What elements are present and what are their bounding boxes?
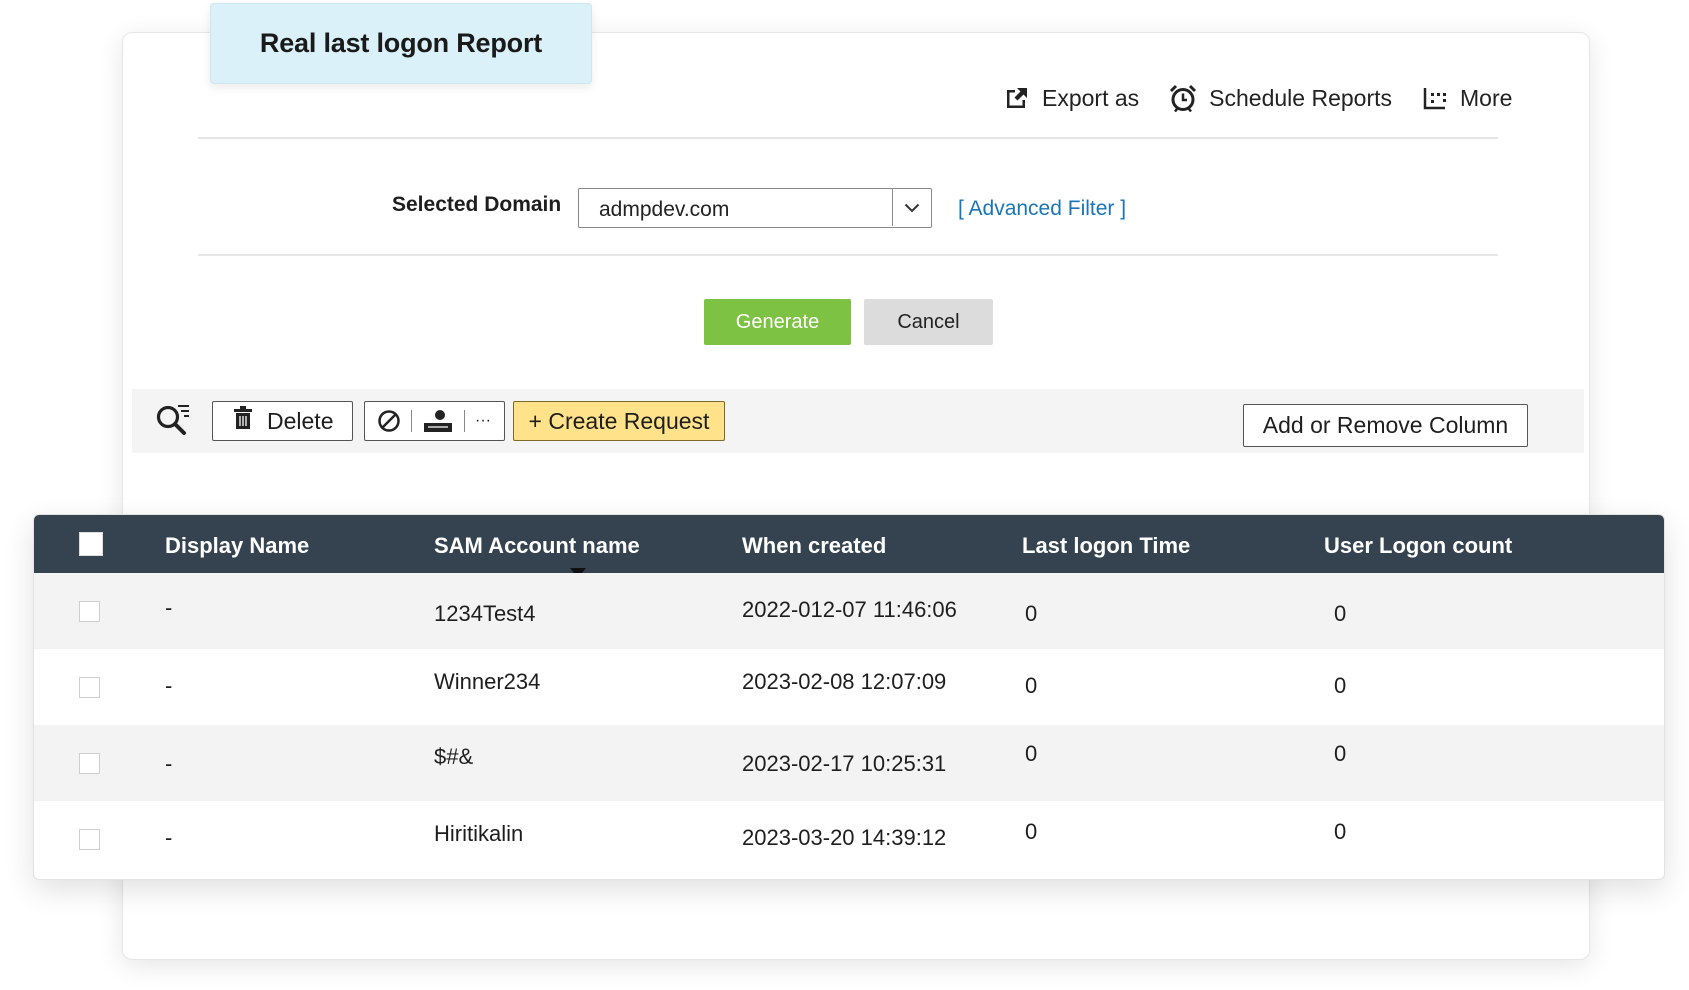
chevron-down-icon[interactable] xyxy=(892,189,931,226)
cell-when-created: 2023-02-08 12:07:09 xyxy=(742,669,947,694)
cell-last-logon: 0 xyxy=(1025,673,1038,698)
separator xyxy=(411,410,412,432)
select-all-checkbox[interactable] xyxy=(79,532,103,556)
row-checkbox[interactable] xyxy=(79,677,100,698)
disable-icon[interactable] xyxy=(377,409,401,433)
delete-button[interactable]: Delete xyxy=(212,401,353,441)
cell-logon-count: 0 xyxy=(1334,819,1347,844)
cell-sam-account: Hiritikalin xyxy=(434,821,524,846)
cell-sam-account: Winner234 xyxy=(434,669,541,694)
domain-select[interactable]: admpdev.com xyxy=(578,188,932,228)
cell-display-name: - xyxy=(165,751,173,776)
cell-sam-account: 1234Test4 xyxy=(434,601,536,626)
schedule-reports-button[interactable]: Schedule Reports xyxy=(1169,84,1392,112)
alarm-clock-icon xyxy=(1169,84,1197,112)
cell-last-logon: 0 xyxy=(1025,819,1038,844)
row-checkbox[interactable] xyxy=(79,601,100,622)
row-checkbox[interactable] xyxy=(79,829,100,850)
cell-display-name: - xyxy=(165,673,173,698)
cancel-button[interactable]: Cancel xyxy=(864,299,993,345)
report-table: Display Name SAM Account name When creat… xyxy=(33,514,1665,880)
generate-button[interactable]: Generate xyxy=(704,299,851,345)
cell-when-created: 2023-02-17 10:25:31 xyxy=(742,751,947,776)
cell-sam-account: $#& xyxy=(434,744,474,769)
domain-label: Selected Domain xyxy=(392,193,562,216)
column-header-display-name[interactable]: Display Name xyxy=(165,533,309,559)
cell-last-logon: 0 xyxy=(1025,741,1038,766)
user-move-icon[interactable] xyxy=(422,409,454,433)
table-row[interactable]: - 1234Test4 2022-012-07 11:46:06 0 0 xyxy=(34,573,1664,649)
advanced-filter-link[interactable]: [ Advanced Filter ] xyxy=(958,197,1126,221)
cell-display-name: - xyxy=(165,825,173,850)
schedule-label: Schedule Reports xyxy=(1209,84,1392,111)
table-row[interactable]: - Hiritikalin 2023-03-20 14:39:12 0 0 xyxy=(34,801,1664,877)
bulk-actions-group: ··· xyxy=(364,401,505,441)
more-button[interactable]: More xyxy=(1422,85,1512,112)
report-actions: Export as Schedule Reports More xyxy=(1004,78,1512,118)
column-header-when-created[interactable]: When created xyxy=(742,533,886,559)
trash-icon xyxy=(233,406,253,436)
column-header-sam-account[interactable]: SAM Account name xyxy=(434,533,640,559)
cell-when-created: 2022-012-07 11:46:06 xyxy=(742,597,957,622)
export-label: Export as xyxy=(1042,84,1140,111)
cell-logon-count: 0 xyxy=(1334,741,1347,766)
domain-value: admpdev.com xyxy=(599,198,730,221)
export-icon xyxy=(1004,85,1030,111)
cell-display-name: - xyxy=(165,595,173,620)
export-as-button[interactable]: Export as xyxy=(1004,85,1139,112)
cell-logon-count: 0 xyxy=(1334,601,1347,626)
separator xyxy=(464,410,465,432)
grid-toolbar: Delete ··· + Create Request Add or Remov… xyxy=(132,389,1584,453)
column-header-last-logon[interactable]: Last logon Time xyxy=(1022,533,1190,559)
row-checkbox[interactable] xyxy=(79,753,100,774)
delete-label: Delete xyxy=(267,407,334,434)
divider xyxy=(198,137,1498,139)
create-request-button[interactable]: + Create Request xyxy=(513,401,725,441)
table-header: Display Name SAM Account name When creat… xyxy=(34,515,1664,578)
cell-when-created: 2023-03-20 14:39:12 xyxy=(742,825,947,850)
cell-last-logon: 0 xyxy=(1025,601,1038,626)
table-row[interactable]: - Winner234 2023-02-08 12:07:09 0 0 xyxy=(34,649,1664,725)
more-label: More xyxy=(1460,84,1513,111)
search-filter-icon[interactable] xyxy=(154,403,192,444)
column-header-logon-count[interactable]: User Logon count xyxy=(1324,533,1512,559)
table-row[interactable]: - $#& 2023-02-17 10:25:31 0 0 xyxy=(34,725,1664,801)
more-options-icon[interactable]: ··· xyxy=(475,412,491,430)
cell-logon-count: 0 xyxy=(1334,673,1347,698)
add-remove-column-button[interactable]: Add or Remove Column xyxy=(1243,404,1528,447)
report-title: Real last logon Report xyxy=(210,3,592,84)
more-menu-icon xyxy=(1422,85,1448,111)
divider xyxy=(198,254,1498,256)
